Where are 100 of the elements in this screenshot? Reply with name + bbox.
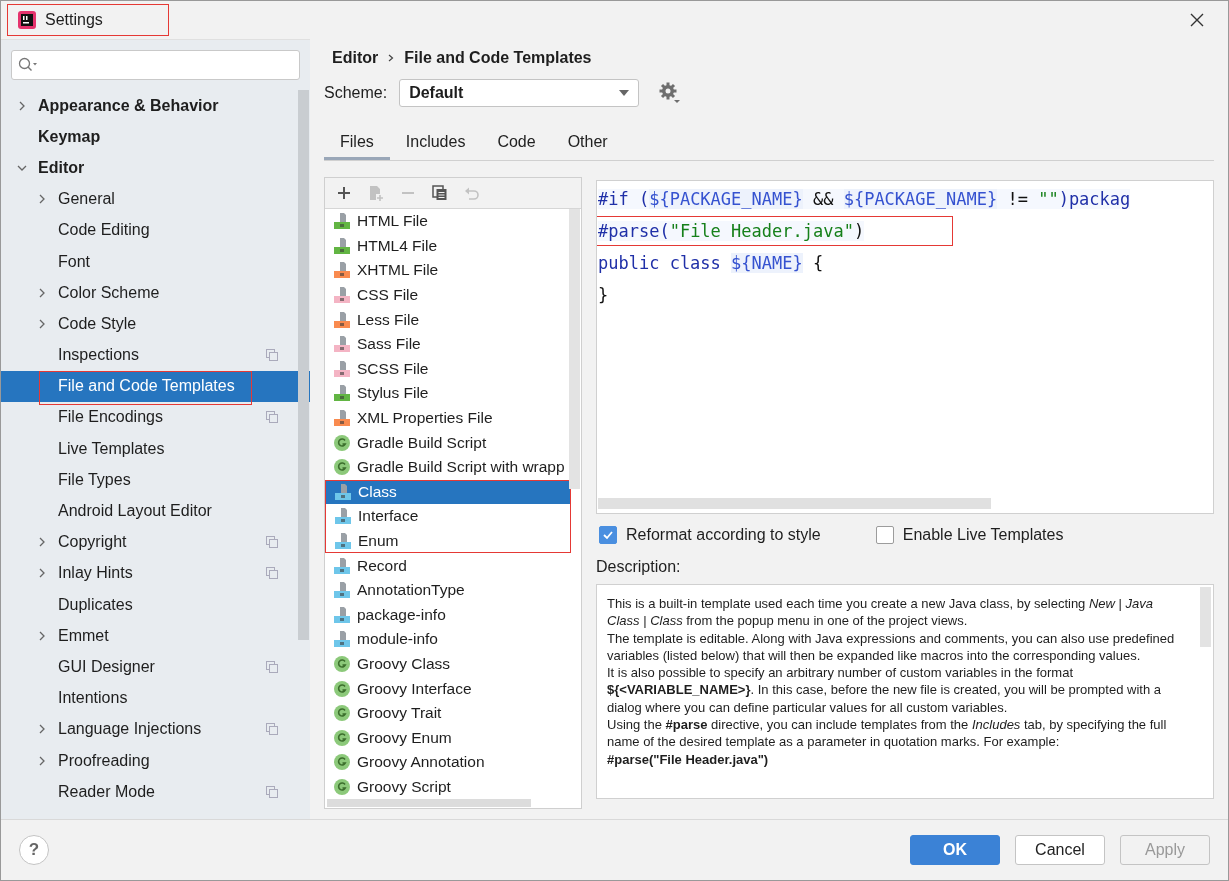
sidebar-item[interactable]: Keymap — [1, 121, 310, 153]
groovy-icon — [333, 728, 351, 747]
scrollbar[interactable] — [327, 799, 531, 807]
close-icon[interactable] — [1190, 13, 1204, 27]
chevron-icon[interactable] — [37, 755, 47, 766]
sidebar-item[interactable]: Inlay Hints — [1, 557, 310, 589]
template-list-item[interactable]: Less File — [325, 307, 571, 332]
scrollbar[interactable] — [1200, 587, 1211, 647]
chevron-icon[interactable] — [37, 568, 47, 579]
template-list-item[interactable]: module-info — [325, 627, 571, 652]
code-editor[interactable]: #if (${PACKAGE_NAME} && ${PACKAGE_NAME} != "")packag #parse("File Header.java") public class ${NAME} { } — [596, 180, 1214, 514]
checkbox[interactable]: Enable Live Templates — [872, 526, 1064, 544]
sidebar-item[interactable]: Font — [1, 245, 310, 278]
template-list-item[interactable]: Record — [325, 553, 571, 578]
scrollbar[interactable] — [298, 90, 309, 640]
template-list-item[interactable]: Groovy Enum — [325, 725, 571, 751]
template-list-item[interactable]: Groovy Script — [325, 774, 571, 800]
sidebar-item[interactable]: Code Style — [1, 308, 310, 340]
sidebar-item[interactable]: Emmet — [1, 620, 310, 652]
chevron-icon[interactable] — [17, 100, 27, 111]
gear-icon[interactable] — [659, 82, 682, 104]
sidebar-item[interactable]: Proofreading — [1, 744, 310, 777]
sidebar-item[interactable]: File and Code Templates — [1, 370, 310, 402]
sidebar-item[interactable]: GUI Designer — [1, 651, 310, 683]
sidebar-item[interactable]: Language Injections — [1, 713, 310, 745]
scheme-dropdown[interactable]: Default — [399, 79, 640, 107]
sidebar-item[interactable]: Duplicates — [1, 589, 310, 621]
window-title: Settings — [45, 11, 103, 29]
file-type-icon — [333, 236, 351, 255]
checkbox-icon[interactable] — [599, 526, 617, 544]
tab[interactable]: Other — [551, 127, 624, 160]
file-type-icon — [333, 384, 351, 403]
sidebar-item[interactable]: Intentions — [1, 682, 310, 714]
file-type-icon — [334, 483, 352, 502]
search-field[interactable] — [11, 50, 300, 80]
scrollbar[interactable] — [598, 498, 991, 509]
chevron-icon[interactable] — [37, 318, 47, 329]
breadcrumb-item: File and Code Templates — [404, 49, 592, 67]
tab[interactable]: Code — [481, 127, 552, 160]
template-list-item[interactable]: Sass File — [325, 331, 571, 357]
file-type-icon — [333, 261, 351, 280]
help-button[interactable]: ? — [19, 835, 49, 865]
sidebar-item[interactable]: Reader Mode — [1, 776, 310, 808]
template-list-item[interactable]: Interface — [325, 504, 571, 529]
dialog-button[interactable]: OK — [910, 835, 1000, 865]
template-list-item[interactable]: Stylus File — [325, 381, 571, 406]
sidebar-item[interactable]: General — [1, 183, 310, 215]
search-icon — [18, 57, 38, 73]
file-type-icon — [333, 286, 351, 305]
template-list-item[interactable]: XHTML File — [325, 258, 571, 283]
file-type-icon — [334, 507, 352, 526]
description-text: It is also possible to specify an arbitrary number of custom variables in the format ${<VARIABLE_NAME>}. In this case, before the new file is created, you will be prompted with a dialog where you can define particular values for all custom variables. — [607, 664, 1162, 717]
template-list-item[interactable]: Enum — [325, 528, 571, 554]
chevron-icon — [388, 53, 395, 63]
file-type-icon — [333, 630, 351, 649]
template-list-item[interactable]: Class — [325, 479, 571, 505]
file-type-icon — [333, 359, 351, 378]
template-list-item[interactable]: Gradle Build Script with wrapp — [325, 454, 571, 480]
sidebar-item[interactable]: Appearance & Behavior — [1, 90, 310, 122]
description-text: Using the #parse directive, you can include templates from the Includes tab, by specifying the full name of the desired template as a parameter in quotation marks. For example: — [607, 716, 1168, 751]
template-list-item[interactable]: Groovy Trait — [325, 700, 571, 726]
chevron-icon[interactable] — [37, 194, 47, 205]
groovy-icon — [333, 704, 351, 723]
template-list-item[interactable]: AnnotationType — [325, 577, 571, 603]
sidebar-item[interactable]: Code Editing — [1, 214, 310, 246]
dialog-button[interactable]: Cancel — [1015, 835, 1105, 865]
template-list-item[interactable]: Gradle Build Script — [325, 430, 571, 455]
scrollbar[interactable] — [569, 209, 580, 489]
sidebar-item[interactable]: Live Templates — [1, 433, 310, 465]
chevron-icon[interactable] — [37, 724, 47, 735]
chevron-icon[interactable] — [37, 630, 47, 641]
groovy-icon — [333, 433, 351, 452]
sidebar-item[interactable]: Copyright — [1, 526, 310, 558]
tab[interactable]: Files — [324, 127, 390, 160]
groovy-icon — [333, 458, 351, 477]
template-list-item[interactable]: Groovy Annotation — [325, 750, 571, 775]
template-list-item[interactable]: HTML4 File — [325, 233, 571, 259]
checkbox[interactable]: Reformat according to style — [596, 526, 821, 544]
add-icon[interactable] — [337, 186, 351, 200]
checkbox-icon[interactable] — [875, 526, 894, 544]
sidebar-item[interactable]: File Types — [1, 464, 310, 496]
file-type-icon — [334, 531, 352, 550]
sidebar-item[interactable]: Android Layout Editor — [1, 495, 310, 527]
template-list-item[interactable]: Groovy Class — [325, 651, 571, 677]
sidebar-item[interactable]: Color Scheme — [1, 277, 310, 309]
template-list-item[interactable]: SCSS File — [325, 356, 571, 382]
template-list-item[interactable]: CSS File — [325, 282, 571, 308]
sidebar-item[interactable]: File Encodings — [1, 401, 310, 434]
chevron-icon[interactable] — [37, 287, 47, 298]
template-list-item[interactable]: package-info — [325, 602, 571, 628]
template-list-item[interactable]: XML Properties File — [325, 405, 571, 431]
sidebar-item[interactable]: Editor — [1, 152, 310, 184]
app-logo-icon — [17, 10, 37, 30]
template-list-item[interactable]: HTML File — [325, 209, 571, 234]
tab[interactable]: Includes — [389, 127, 482, 160]
chevron-icon[interactable] — [37, 537, 47, 548]
copy-icon[interactable] — [432, 185, 448, 201]
sidebar-item[interactable]: Inspections — [1, 339, 310, 371]
file-type-icon — [333, 556, 351, 575]
template-list-item[interactable]: Groovy Interface — [325, 676, 571, 701]
